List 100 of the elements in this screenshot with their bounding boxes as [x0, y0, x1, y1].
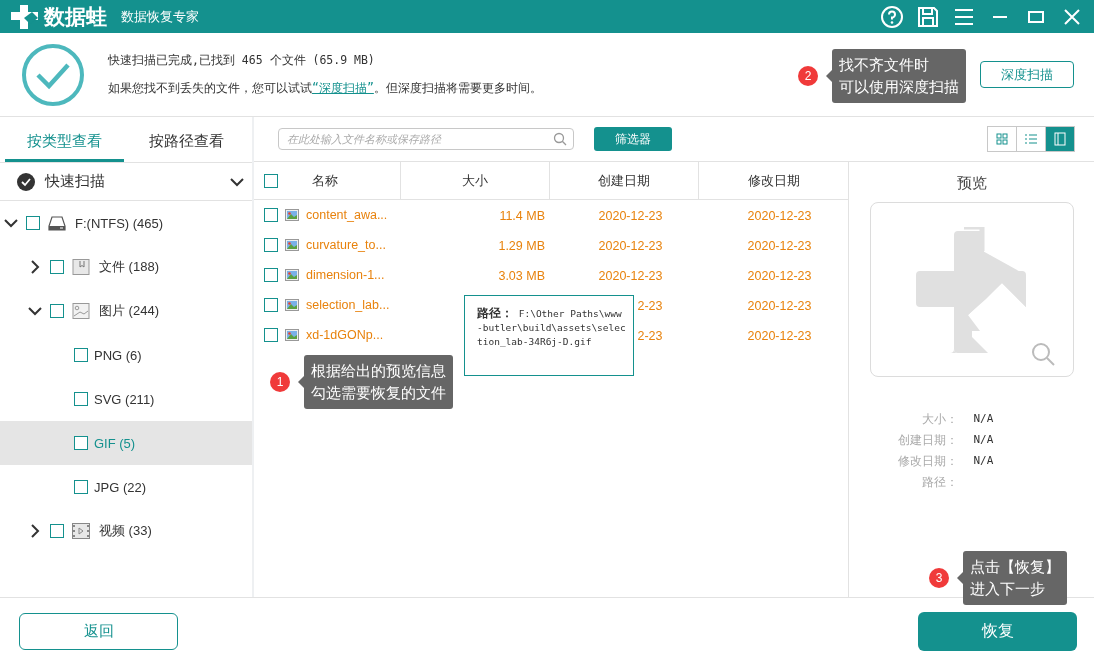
select-all-checkbox[interactable]	[264, 173, 278, 188]
tree-label: 图片 (244)	[99, 302, 159, 320]
search-icon[interactable]	[553, 132, 567, 146]
recover-button[interactable]: 恢复	[918, 612, 1077, 651]
image-file-icon	[285, 299, 299, 311]
detail-value: N/A	[973, 454, 994, 467]
search-field[interactable]: 在此处输入文件名称或保存路径	[278, 128, 574, 150]
document-icon	[72, 259, 90, 275]
scan-mode-label[interactable]: 快速扫描	[45, 172, 105, 191]
tree-label: PNG (6)	[94, 347, 142, 363]
file-name: content_awa...	[306, 208, 388, 222]
image-file-icon	[285, 329, 299, 341]
modified-date: 2020-12-23	[747, 269, 812, 283]
detail-value: N/A	[973, 433, 994, 446]
row-checkbox[interactable]	[264, 238, 278, 252]
view-mode-button[interactable]	[987, 126, 1017, 152]
modified-date: 2020-12-23	[747, 299, 812, 313]
column-header[interactable]: 大小	[462, 171, 488, 190]
detail-label: 路径：	[920, 475, 958, 490]
check-circle-icon	[17, 172, 35, 191]
step-badge: 3	[929, 568, 949, 588]
view-tab[interactable]: 按路径查看	[127, 124, 246, 162]
column-header[interactable]: 创建日期	[598, 171, 650, 190]
detail-label: 大小：	[920, 412, 958, 427]
image-file-icon	[285, 209, 299, 221]
checkbox[interactable]	[50, 260, 64, 274]
callout-text: 进入下一步	[970, 579, 1046, 599]
column-header[interactable]: 名称	[312, 171, 338, 190]
tree-label: GIF (5)	[94, 435, 136, 451]
tree-item[interactable]: JPG (22)	[0, 465, 252, 509]
checkbox[interactable]	[74, 436, 88, 450]
tree-label: F:(NTFS) (465)	[75, 215, 164, 231]
callout-text: 找不齐文件时	[839, 55, 930, 75]
tree-item[interactable]: PNG (6)	[0, 333, 252, 377]
film-icon	[72, 523, 90, 539]
hint-text: 如果您找不到丢失的文件，您可以试试“深度扫描”。但深度扫描将需要更多时间。	[108, 79, 542, 97]
deep-scan-button[interactable]: 深度扫描	[980, 61, 1074, 88]
filter-button[interactable]: 筛选器	[594, 127, 672, 151]
checkbox[interactable]	[50, 304, 64, 318]
tree-item[interactable]: SVG (211)	[0, 377, 252, 421]
image-file-icon	[285, 269, 299, 281]
created-date: 2020-12-23	[598, 239, 663, 253]
tree-item[interactable]: 视频 (33)	[0, 509, 252, 553]
callout-text: 点击【恢复】	[970, 557, 1060, 577]
row-checkbox[interactable]	[264, 268, 278, 282]
image-icon	[72, 303, 90, 319]
logo-icon	[10, 3, 40, 30]
grid-view-icon	[996, 133, 1008, 145]
callout-text: 根据给出的预览信息	[311, 361, 446, 381]
detail-label: 修改日期：	[896, 454, 958, 469]
modified-date: 2020-12-23	[747, 329, 812, 343]
help-icon[interactable]	[880, 4, 904, 29]
file-size: 1.29 MB	[498, 239, 545, 253]
chevron-right-icon[interactable]	[28, 260, 42, 274]
file-size: 11.4 MB	[499, 209, 545, 223]
back-button[interactable]: 返回	[19, 613, 178, 650]
view-mode-button[interactable]	[1045, 126, 1075, 152]
detail-label: 创建日期：	[896, 433, 958, 448]
step-badge: 1	[270, 372, 290, 392]
scan-status-text: 快速扫描已完成,已找到 465 个文件 (65.9 MB)	[108, 52, 376, 68]
save-icon[interactable]	[916, 4, 940, 29]
column-header[interactable]: 修改日期	[747, 171, 800, 190]
tree-label: JPG (22)	[94, 479, 146, 495]
preview-title: 预览	[956, 174, 987, 193]
tree-label: SVG (211)	[94, 391, 155, 407]
file-name: selection_lab...	[306, 298, 390, 312]
tree-item[interactable]: 图片 (244)	[0, 289, 252, 333]
tree-item[interactable]: 文件 (188)	[0, 245, 252, 289]
row-checkbox[interactable]	[264, 208, 278, 222]
tree-item[interactable]: F:(NTFS) (465)	[0, 201, 252, 245]
deep-scan-link[interactable]: “深度扫描”	[312, 80, 374, 95]
checkbox[interactable]	[74, 392, 88, 406]
step-badge: 2	[798, 66, 818, 86]
chevron-right-icon[interactable]	[28, 524, 42, 538]
app-subtitle: 数据恢复专家	[121, 7, 199, 26]
chevron-down-icon[interactable]	[4, 216, 18, 230]
tree-label: 文件 (188)	[99, 258, 159, 276]
view-tab[interactable]: 按类型查看	[5, 124, 124, 162]
file-size: 3.03 MB	[498, 269, 545, 283]
created-date: 2-23	[637, 299, 663, 313]
panel-view-icon	[1054, 132, 1066, 146]
checkbox[interactable]	[74, 348, 88, 362]
tree-label: 视频 (33)	[99, 522, 152, 540]
row-checkbox[interactable]	[264, 298, 278, 312]
created-date: 2020-12-23	[598, 269, 663, 283]
drive-icon	[48, 215, 66, 231]
detail-value: N/A	[973, 412, 994, 425]
row-checkbox[interactable]	[264, 328, 278, 342]
created-date: 2020-12-23	[598, 209, 663, 223]
list-view-icon	[1024, 133, 1038, 145]
checkbox[interactable]	[26, 216, 40, 230]
chevron-down-icon[interactable]	[28, 304, 42, 318]
file-name: xd-1dGONp...	[306, 328, 384, 342]
callout-text: 勾选需要恢复的文件	[311, 383, 446, 403]
file-name: dimension-1...	[306, 268, 385, 282]
path-tooltip: 路径： F:\Other Paths\www-butler\build\assets\selection_lab-34R6j-D.gif	[464, 295, 634, 376]
modified-date: 2020-12-23	[747, 209, 812, 223]
checkbox[interactable]	[50, 524, 64, 538]
created-date: 2-23	[637, 329, 663, 343]
checkbox[interactable]	[74, 480, 88, 494]
